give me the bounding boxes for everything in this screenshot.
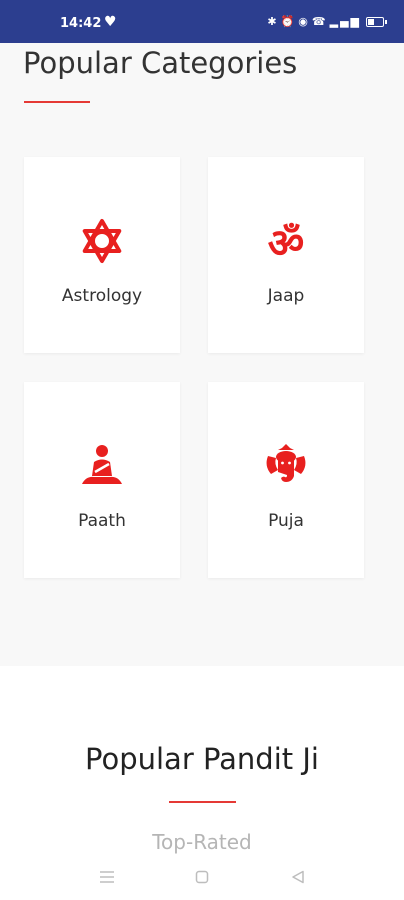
signal-icon: ▂▄▆ (329, 15, 361, 28)
category-label-paath: Paath (78, 511, 126, 531)
bluetooth-icon: ✱ (267, 15, 279, 28)
alarm-icon: ⏰ (280, 15, 297, 28)
wifi-icon: ◉ (298, 15, 310, 28)
category-card-jaap[interactable]: ॐ Jaap (208, 157, 364, 353)
category-card-paath[interactable]: Paath (24, 382, 180, 578)
om-icon: ॐ (268, 221, 304, 265)
system-nav-bar (0, 862, 404, 892)
menu-icon[interactable] (92, 862, 122, 892)
status-icons: ✱ ⏰ ◉ ☎ ▂▄▆ (267, 15, 387, 28)
ganesha-icon (266, 444, 306, 482)
star-of-david-icon (82, 219, 122, 263)
status-time: 14:42 (60, 16, 102, 31)
meditating-person-icon (82, 445, 122, 484)
status-bar: 14:42 ♥ ✱ ⏰ ◉ ☎ ▂▄▆ (0, 0, 404, 43)
heart-icon: ♥ (104, 14, 117, 30)
pandit-section-title: Popular Pandit Ji (85, 742, 319, 776)
pandit-title-underline (169, 801, 236, 803)
category-card-astrology[interactable]: Astrology (24, 157, 180, 353)
home-icon[interactable] (187, 862, 217, 892)
categories-title: Popular Categories (23, 46, 298, 80)
category-label-puja: Puja (268, 511, 304, 531)
category-label-astrology: Astrology (61, 286, 143, 306)
categories-title-underline (24, 101, 90, 103)
call-icon: ☎ (311, 15, 328, 28)
back-icon[interactable] (283, 862, 313, 892)
category-label-jaap: Jaap (267, 286, 305, 306)
battery-icon (366, 16, 387, 27)
top-rated-tab[interactable]: Top-Rated (0, 830, 404, 854)
category-card-puja[interactable]: Puja (208, 382, 364, 578)
svg-text:ॐ: ॐ (268, 221, 304, 265)
